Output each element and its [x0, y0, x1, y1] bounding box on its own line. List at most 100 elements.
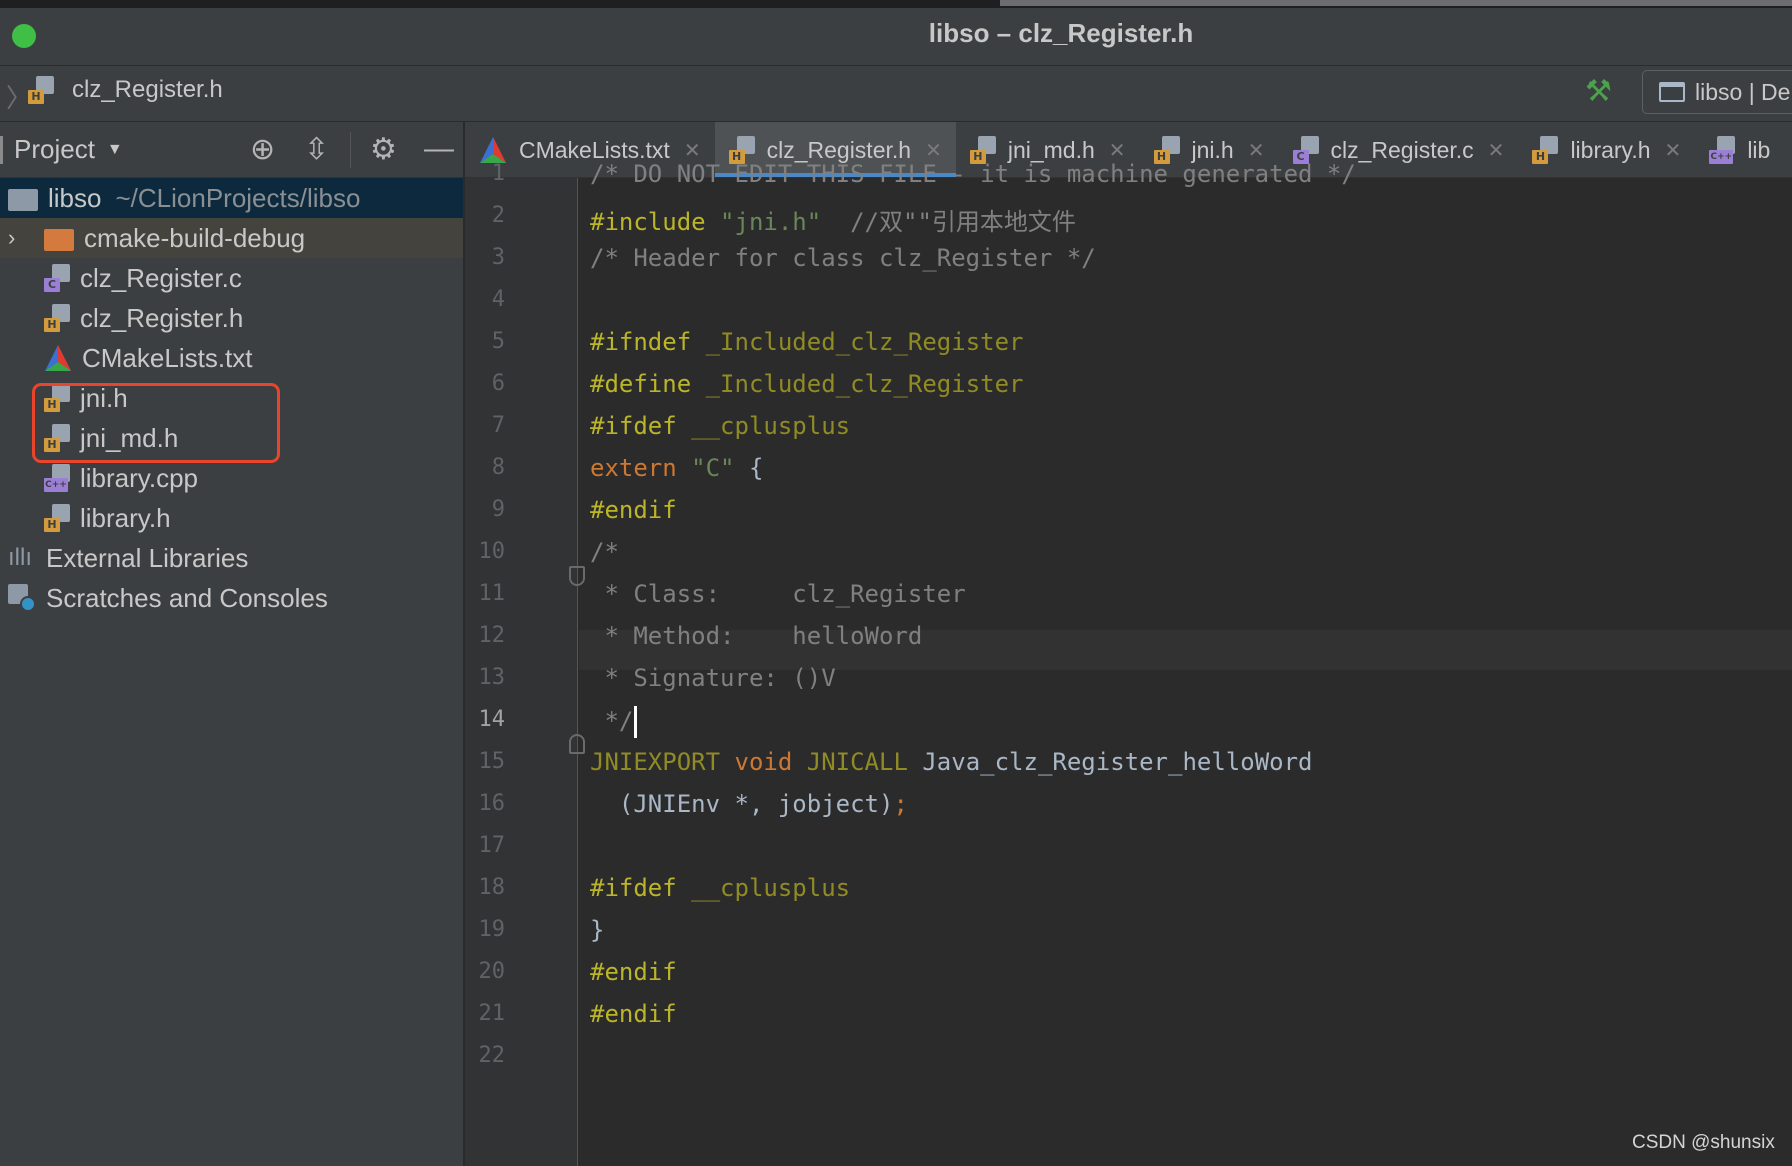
line-number: 2	[491, 203, 505, 228]
tree-item-scratches[interactable]: Scratches and Consoles	[0, 578, 463, 618]
tree-item-label: External Libraries	[46, 542, 249, 573]
tree-item-label: CMakeLists.txt	[82, 342, 253, 373]
line-number: 19	[478, 917, 506, 942]
cpp-file-icon: C++	[1709, 136, 1736, 164]
tab-library-cpp[interactable]: C++ lib	[1695, 122, 1784, 177]
tree-item-clz-register-c[interactable]: C clz_Register.c	[0, 258, 463, 298]
line-number: 20	[478, 959, 506, 984]
code-line-5: #ifndef _Included_clz_Register	[590, 328, 1024, 356]
cmake-icon	[44, 344, 72, 372]
code-line-9: #endif	[590, 496, 677, 524]
breadcrumb-file-label: clz_Register.h	[72, 76, 223, 103]
code-line-11: * Class: clz_Register	[590, 580, 966, 608]
line-number: 9	[491, 497, 505, 522]
close-icon[interactable]: ✕	[1248, 138, 1265, 163]
close-icon[interactable]: ✕	[1665, 138, 1682, 163]
close-icon[interactable]: ✕	[1488, 138, 1505, 163]
code-line-7: #ifdef __cplusplus	[590, 412, 851, 440]
tree-item-label: library.cpp	[80, 462, 199, 493]
line-number: 10	[478, 539, 506, 564]
tree-item-path: ~/CLionProjects/libso	[115, 182, 361, 213]
code-line-2: #include "jni.h" //双""引用本地文件	[590, 208, 1076, 236]
close-icon[interactable]: ✕	[1109, 138, 1126, 163]
tab-library-h[interactable]: H library.h ✕	[1518, 122, 1695, 177]
line-number: 17	[478, 833, 506, 858]
code-line-21: #endif	[590, 1000, 677, 1028]
gear-icon[interactable]: ⚙	[370, 132, 397, 167]
line-number: 8	[491, 455, 505, 480]
code-line-14: */	[590, 706, 638, 738]
tab-label: lib	[1747, 136, 1771, 163]
header-file-icon: H	[1532, 136, 1559, 164]
tree-item-cmake-build-debug[interactable]: › cmake-build-debug	[0, 218, 463, 258]
fold-open-icon[interactable]	[569, 566, 585, 586]
code-line-1: /* DO NOT EDIT THIS FILE - it is machine…	[590, 160, 1356, 188]
text-cursor	[634, 706, 638, 738]
line-number: 13	[478, 665, 506, 690]
line-number: 22	[478, 1043, 506, 1068]
build-hammer-icon[interactable]: ⚒	[1585, 74, 1612, 109]
navigation-bar: 〉 H clz_Register.h ⚒ libso | De	[0, 66, 1792, 122]
run-config-label: libso | De	[1695, 78, 1791, 105]
collapse-all-icon[interactable]: ⇳	[304, 132, 329, 167]
hide-minus-icon[interactable]: —	[424, 132, 454, 166]
code-line-8: extern "C" {	[590, 454, 764, 482]
line-number: 3	[491, 245, 505, 270]
line-number: 5	[491, 329, 505, 354]
tree-item-library-h[interactable]: H library.h	[0, 498, 463, 538]
top-edge-right	[1000, 0, 1792, 6]
watermark-text: CSDN @shunsix	[1632, 1132, 1775, 1153]
code-line-12: * Method: helloWord	[590, 622, 923, 650]
tree-item-label: cmake-build-debug	[84, 222, 306, 253]
tab-label: library.h	[1570, 136, 1651, 163]
library-icon: ıllı	[8, 544, 32, 571]
code-line-16: (JNIEnv *, jobject);	[590, 790, 908, 818]
tree-item-clz-register-h[interactable]: H clz_Register.h	[0, 298, 463, 338]
project-tool-window: Project ▼ ⊕ ⇳ ⚙ — libso ~/CLionProjects/…	[0, 122, 464, 1166]
line-number-gutter[interactable]: 1 2 3 4 5 6 7 8 9 10 11 12 13 14 15 16 1…	[465, 161, 578, 1166]
breadcrumb[interactable]: H clz_Register.h	[28, 76, 223, 104]
code-line-19: }	[590, 916, 605, 944]
tree-item-label: clz_Register.c	[80, 262, 242, 293]
code-line-13: * Signature: ()V	[590, 664, 836, 692]
tree-item-libso[interactable]: libso ~/CLionProjects/libso	[0, 178, 463, 218]
tree-item-external-libraries[interactable]: ıllı External Libraries	[0, 538, 463, 578]
code-line-15: JNIEXPORT void JNICALL Java_clz_Register…	[590, 748, 1313, 776]
c-file-icon: C	[44, 264, 70, 292]
run-configuration-selector[interactable]: libso | De	[1642, 70, 1792, 114]
chevron-right-icon[interactable]: ›	[8, 225, 15, 251]
locate-crosshair-icon[interactable]: ⊕	[250, 132, 275, 167]
cpp-file-icon: C++	[44, 464, 70, 492]
header-file-icon: H	[28, 76, 54, 104]
folder-icon	[8, 189, 38, 211]
code-line-10: /*	[590, 538, 619, 566]
cmake-icon	[479, 136, 507, 164]
tree-item-label: Scratches and Consoles	[46, 582, 328, 613]
tree-item-label: library.h	[80, 502, 171, 533]
tree-item-library-cpp[interactable]: C++ library.cpp	[0, 458, 463, 498]
line-number: 18	[478, 875, 506, 900]
close-icon[interactable]: ✕	[925, 138, 942, 163]
fold-close-icon[interactable]	[569, 734, 585, 754]
code-line-3: /* Header for class clz_Register */	[590, 244, 1096, 272]
application-icon	[1659, 82, 1685, 102]
line-number: 11	[478, 581, 506, 606]
tree-item-label: libso	[48, 182, 102, 213]
line-number: 1	[491, 161, 505, 186]
line-number: 7	[491, 413, 505, 438]
code-editor[interactable]: 1 2 3 4 5 6 7 8 9 10 11 12 13 14 15 16 1…	[465, 160, 1792, 1166]
tree-item-cmakelists[interactable]: CMakeLists.txt	[0, 338, 463, 378]
scratch-console-icon	[8, 584, 36, 612]
code-line-6: #define _Included_clz_Register	[590, 370, 1024, 398]
chevron-down-icon: ▼	[106, 140, 123, 158]
code-line-18: #ifdef __cplusplus	[590, 874, 851, 902]
header-file-icon: H	[44, 304, 70, 332]
project-view-selector[interactable]: Project ▼	[14, 134, 123, 165]
tree-item-label: clz_Register.h	[80, 302, 244, 333]
tool-window-edge	[0, 136, 3, 164]
close-icon[interactable]: ✕	[684, 138, 701, 163]
code-line-20: #endif	[590, 958, 677, 986]
title-bar: libso – clz_Register.h	[0, 0, 1792, 66]
toolbar-divider	[350, 132, 351, 168]
line-number: 16	[478, 791, 506, 816]
